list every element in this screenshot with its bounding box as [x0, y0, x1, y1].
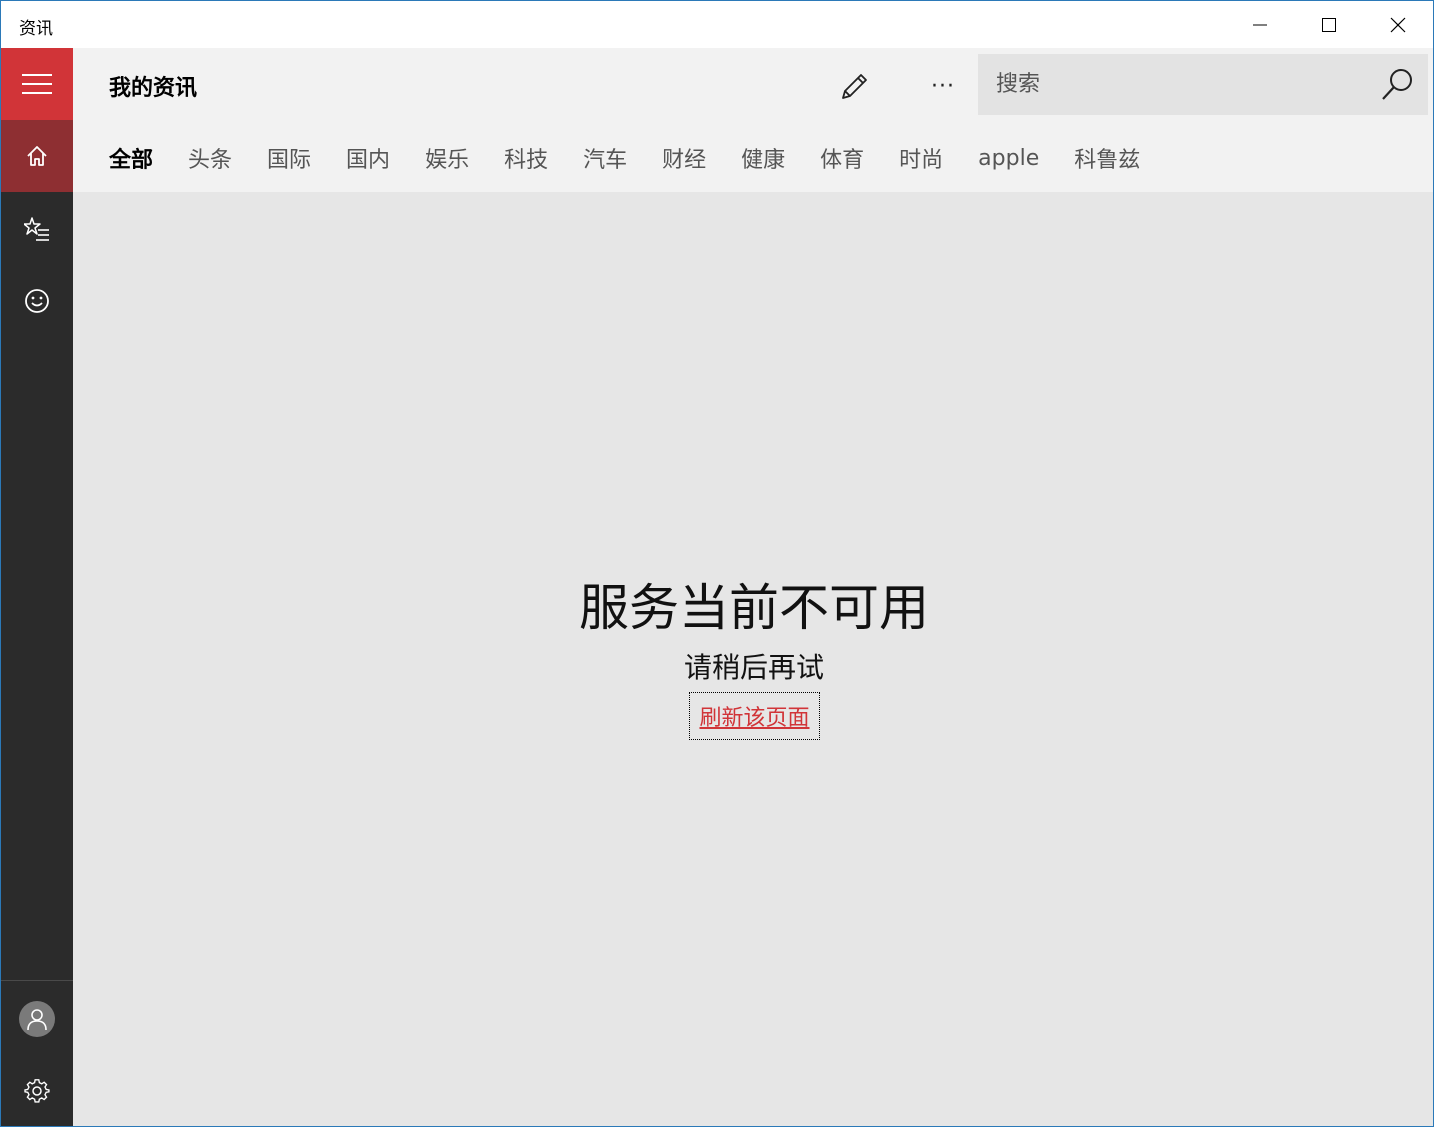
tab-health[interactable]: 健康 — [741, 142, 785, 174]
more-icon: ··· — [931, 73, 955, 99]
maximize-button[interactable] — [1295, 1, 1363, 48]
tab-finance[interactable]: 财经 — [662, 142, 706, 174]
avatar — [19, 1001, 55, 1037]
tab-international[interactable]: 国际 — [267, 142, 311, 174]
home-icon — [27, 146, 47, 166]
tab-headlines[interactable]: 头条 — [188, 142, 232, 174]
tab-all[interactable]: 全部 — [109, 142, 153, 174]
header: 我的资讯 ··· 全部 头条 国际 国内 娱乐 科技 汽车 — [73, 48, 1433, 192]
settings-icon — [24, 1079, 50, 1103]
tab-technology[interactable]: 科技 — [504, 142, 548, 174]
favorites-icon — [24, 217, 49, 241]
rail-divider — [1, 980, 73, 981]
nav-home[interactable] — [1, 120, 73, 192]
tab-apple[interactable]: apple — [978, 146, 1039, 171]
search-box — [978, 54, 1428, 115]
window-title: 资讯 — [19, 19, 53, 39]
search-input[interactable] — [978, 54, 1368, 115]
nav-settings[interactable] — [1, 1055, 73, 1126]
search-button[interactable] — [1376, 62, 1420, 106]
refresh-focus-box: 刷新该页面 — [689, 692, 820, 740]
tab-domestic[interactable]: 国内 — [346, 142, 390, 174]
search-icon — [1382, 69, 1412, 100]
page-title: 我的资讯 — [109, 76, 198, 101]
smile-icon — [25, 289, 49, 313]
minimize-icon — [1253, 24, 1267, 25]
refresh-link[interactable]: 刷新该页面 — [699, 700, 809, 732]
tab-cruze[interactable]: 科鲁兹 — [1074, 142, 1140, 174]
tab-sports[interactable]: 体育 — [820, 142, 864, 174]
user-icon — [27, 1009, 47, 1031]
menu-button[interactable] — [1, 48, 73, 120]
error-title: 服务当前不可用 — [579, 579, 929, 637]
pencil-icon — [842, 74, 867, 99]
tab-fashion[interactable]: 时尚 — [899, 142, 943, 174]
nav-favorites[interactable] — [1, 193, 73, 265]
minimize-button[interactable] — [1226, 1, 1294, 48]
edit-button[interactable] — [833, 64, 877, 108]
title-bar: 资讯 — [1, 1, 1433, 48]
tab-auto[interactable]: 汽车 — [583, 142, 627, 174]
more-button[interactable]: ··· — [921, 64, 965, 108]
tab-entertainment[interactable]: 娱乐 — [425, 142, 469, 174]
error-subtitle: 请稍后再试 — [683, 651, 824, 684]
nav-rail — [1, 48, 73, 1126]
close-button[interactable] — [1364, 1, 1432, 48]
app-window: 资讯 我的资讯 ··· 搜索 全部 头条 国际 国内 娱乐 科技 汽车 财经 健… — [0, 0, 1434, 1127]
nav-feedback[interactable] — [1, 265, 73, 337]
hamburger-icon — [22, 74, 52, 94]
main-content: 服务当前不可用 请稍后再试 刷新该页面 — [73, 192, 1433, 1126]
close-icon — [1390, 17, 1406, 32]
nav-account[interactable] — [1, 983, 73, 1055]
category-tabs: 全部 头条 国际 国内 娱乐 科技 汽车 财经 健康 体育 时尚 apple 科… — [109, 140, 1175, 176]
maximize-icon — [1322, 17, 1336, 32]
